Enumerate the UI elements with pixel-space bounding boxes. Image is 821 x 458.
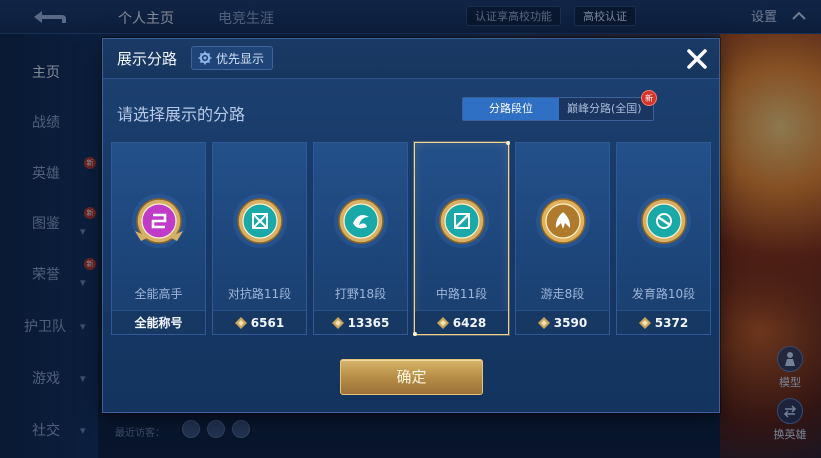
lane-card-name: 打野18段 [334,287,387,301]
lane-card-score-row: 13365 [314,310,407,334]
lane-card-name: 发育路10段 [631,287,696,301]
dialog-header: 展示分路 优先显示 [103,39,719,79]
lane-card-name: 中路11段 [435,287,488,301]
lane-card-score: 全能称号 [134,316,183,330]
lane-card[interactable]: 中路11段 6428 [413,141,510,336]
selected-corner-dot [413,332,417,336]
lane-card-score-row: 3590 [516,310,609,334]
lane-card-name: 对抗路11段 [227,287,292,301]
farm-lane-icon [637,194,691,248]
lane-card[interactable]: 对抗路11段 6561 [212,142,307,335]
selection-prompt: 请选择展示的分路 [117,105,246,124]
lane-card-score: 6561 [250,315,285,330]
lane-card-name: 全能高手 [134,287,183,301]
clash-lane-icon [233,194,287,248]
close-button[interactable] [681,43,713,75]
tab-peak-lane[interactable]: 巅峰分路(全国) 新 [559,90,657,120]
lane-mode-toggle: 分路段位 巅峰分路(全国) 新 [462,90,657,121]
allround-icon [132,194,186,248]
jungle-icon [334,194,388,248]
lane-card-name: 游走8段 [540,287,585,301]
rank-points-icon [638,316,651,329]
dialog-title: 展示分路 [117,50,178,68]
close-icon [687,49,707,69]
lane-card-score-row: 全能称号 [112,310,205,334]
selected-corner-dot [506,141,510,145]
lane-card[interactable]: 游走8段 3590 [515,142,610,335]
rank-points-icon [234,316,247,329]
lane-card-score-row: 5372 [617,310,710,334]
lane-card-score-row: 6561 [213,310,306,334]
new-badge: 新 [641,90,657,106]
lane-card[interactable]: 发育路10段 5372 [616,142,711,335]
lane-card-score-row: 6428 [415,310,508,334]
tab-lane-rank[interactable]: 分路段位 [463,98,559,120]
rank-points-icon [537,316,550,329]
lane-card[interactable]: 打野18段 13365 [313,142,408,335]
lane-card[interactable]: 全能高手 全能称号 [111,142,206,335]
gear-icon [198,51,212,65]
lane-card-score: 6428 [452,315,487,330]
mid-lane-icon [435,194,489,248]
lane-card-score: 3590 [553,315,588,330]
lane-display-dialog: 展示分路 优先显示 请选择展示的分路 分路段位 巅峰分路(全国) 新 全能高手全… [102,38,720,413]
confirm-button[interactable]: 确定 [340,359,483,395]
lane-card-score: 5372 [654,315,689,330]
rank-points-icon [331,316,344,329]
rank-points-icon [436,316,449,329]
priority-display-button[interactable]: 优先显示 [191,46,274,70]
priority-display-label: 优先显示 [216,51,265,66]
lane-card-score: 13365 [347,315,390,330]
roam-icon [536,194,590,248]
tab-peak-lane-label: 巅峰分路(全国) [567,102,642,115]
